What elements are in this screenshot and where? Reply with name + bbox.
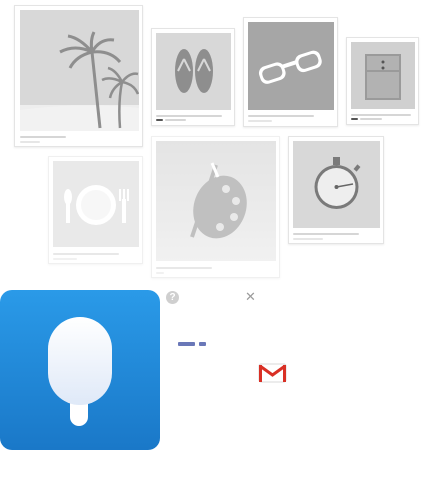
- card-subtitle-line: [248, 120, 272, 122]
- dining-photo: [53, 161, 139, 247]
- card-title-line: [165, 119, 186, 121]
- beach-photo: [20, 10, 139, 131]
- card-title-line: [156, 119, 163, 121]
- popsicle-icon: [48, 317, 112, 426]
- card-subtitle-line: [53, 258, 77, 260]
- flip-flops-icon: [175, 49, 213, 93]
- gmail-icon[interactable]: [258, 362, 287, 384]
- progress-dash: [178, 342, 195, 346]
- progress-dash: [199, 342, 206, 346]
- paint-palette-icon: [190, 162, 247, 239]
- card-title-line: [351, 118, 358, 120]
- card-subtitle-line: [20, 141, 40, 143]
- sandals-photo: [156, 33, 231, 110]
- sandals-card[interactable]: [151, 28, 235, 126]
- card-title-line: [53, 253, 119, 255]
- card-subtitle-line: [156, 115, 222, 117]
- palm-tree-icon: [20, 31, 139, 131]
- card-title-line: [248, 115, 314, 117]
- art-photo: [156, 141, 276, 261]
- stopwatch-icon: [314, 157, 361, 209]
- sunglasses-card[interactable]: [243, 17, 338, 127]
- cabinet-card[interactable]: [346, 37, 419, 125]
- art-card[interactable]: [151, 136, 280, 278]
- dining-card[interactable]: [48, 156, 143, 264]
- card-title-line: [156, 267, 212, 269]
- stopwatch-card[interactable]: [288, 136, 384, 244]
- progress-indicator: [178, 342, 208, 346]
- close-icon[interactable]: ✕: [244, 290, 257, 304]
- card-title-line: [293, 233, 359, 235]
- card-subtitle-line: [293, 238, 323, 240]
- card-subtitle-line: [156, 272, 164, 274]
- card-title-line: [360, 118, 382, 120]
- question-circle-icon[interactable]: ?: [166, 291, 179, 304]
- cabinet-photo: [351, 42, 415, 109]
- sunglasses-icon: [258, 50, 322, 84]
- card-title-line: [20, 136, 66, 138]
- beach-card[interactable]: [14, 5, 143, 147]
- cabinet-icon: [365, 54, 401, 100]
- stopwatch-photo: [293, 141, 380, 228]
- sunglasses-photo: [248, 22, 334, 110]
- card-subtitle-line: [351, 114, 411, 116]
- plate-fork-icon: [64, 185, 129, 225]
- app-tile[interactable]: [0, 290, 160, 450]
